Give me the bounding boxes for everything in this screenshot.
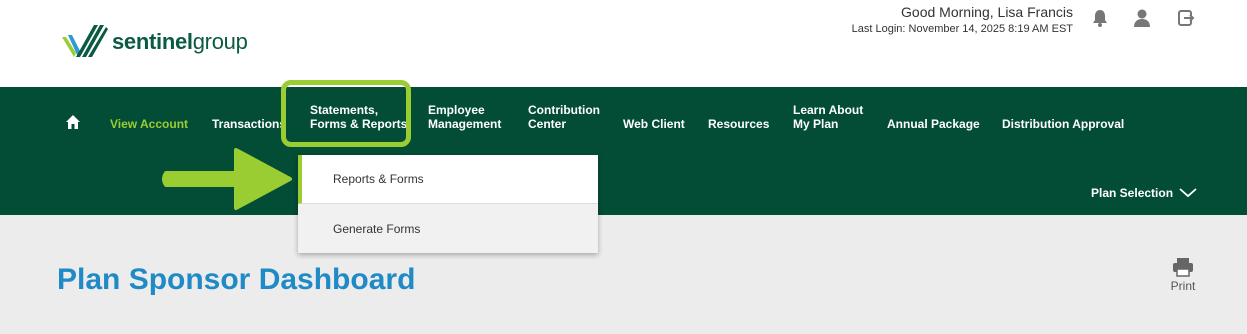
nav-contribution-center[interactable]: Contribution Center: [528, 103, 600, 131]
page-title: Plan Sponsor Dashboard: [57, 263, 416, 296]
sentinel-group-logo[interactable]: sentinelgroup: [60, 22, 248, 62]
logo-mark-icon: [62, 25, 108, 57]
greeting-text: Good Morning, Lisa Francis: [901, 4, 1073, 20]
chevron-down-icon[interactable]: [1178, 185, 1198, 204]
header: sentinelgroup Good Morning, Lisa Francis…: [0, 0, 1247, 87]
nav-web-client[interactable]: Web Client: [623, 117, 685, 131]
logo-text: sentinelgroup: [112, 29, 248, 54]
nav-highlight-box: [281, 80, 411, 147]
print-label: Print: [1170, 279, 1196, 293]
nav-learn-about-my-plan[interactable]: Learn About My Plan: [793, 103, 863, 131]
nav-employee-management[interactable]: Employee Management: [428, 103, 501, 131]
dropdown-item-reports-forms[interactable]: Reports & Forms: [298, 155, 598, 204]
bell-icon[interactable]: [1090, 8, 1110, 28]
plan-selection-label[interactable]: Plan Selection: [1091, 186, 1173, 200]
nav-transactions[interactable]: Transactions: [212, 117, 286, 131]
print-button[interactable]: Print: [1168, 257, 1198, 293]
home-icon[interactable]: [65, 114, 81, 135]
pointer-arrow-icon: [162, 146, 294, 217]
statements-dropdown-menu: Reports & Forms Generate Forms: [298, 155, 598, 253]
nav-annual-package[interactable]: Annual Package: [887, 117, 980, 131]
printer-icon: [1173, 258, 1193, 277]
dropdown-item-generate-forms[interactable]: Generate Forms: [298, 204, 598, 253]
logout-icon[interactable]: [1176, 8, 1196, 28]
last-login-text: Last Login: November 14, 2025 8:19 AM ES…: [851, 23, 1073, 35]
nav-view-account[interactable]: View Account: [110, 117, 188, 131]
nav-resources[interactable]: Resources: [708, 117, 769, 131]
nav-distribution-approval[interactable]: Distribution Approval: [1002, 117, 1124, 131]
user-icon[interactable]: [1132, 8, 1152, 28]
